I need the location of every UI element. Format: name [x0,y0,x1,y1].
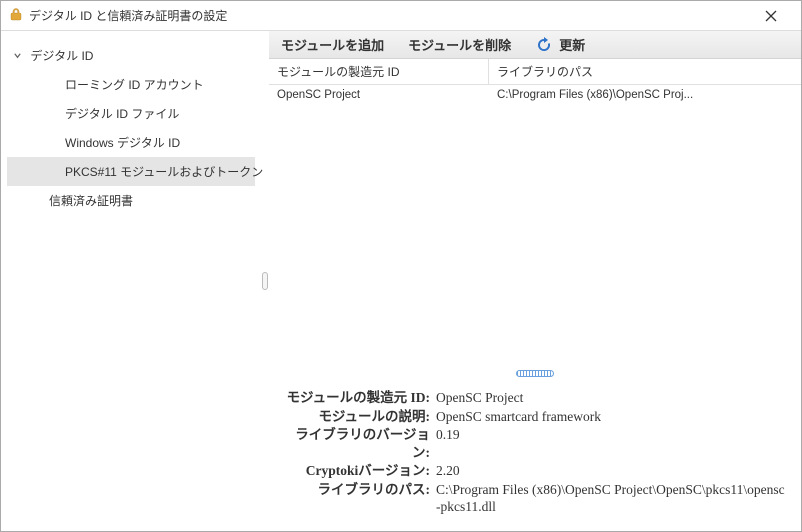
sidebar-item-pkcs11[interactable]: PKCS#11 モジュールおよびトークン [7,157,255,186]
lock-icon [9,7,23,24]
sidebar-item-windows[interactable]: Windows デジタル ID [7,128,255,157]
settings-window: デジタル ID と信頼済み証明書の設定 デジタル ID ローミング ID アカウ… [0,0,802,532]
sidebar-item-label: PKCS#11 モジュールおよびトークン [65,165,263,179]
refresh-icon [535,36,553,54]
detail-label: モジュールの説明: [279,408,434,426]
cell-path: C:\Program Files (x86)\OpenSC Proj... [489,85,801,105]
refresh-label: 更新 [559,35,585,54]
refresh-button[interactable]: 更新 [535,35,585,54]
toolbar: モジュールを追加 モジュールを削除 更新 [269,31,801,59]
detail-label: ライブラリのバージョン: [279,426,434,461]
table-row[interactable]: OpenSC Project C:\Program Files (x86)\Op… [269,85,801,105]
sidebar-item-label: ローミング ID アカウント [65,78,204,92]
detail-value: OpenSC smartcard framework [434,408,785,426]
remove-module-button[interactable]: モジュールを削除 [408,35,511,54]
close-button[interactable] [748,1,793,31]
sidebar-item-trusted[interactable]: 信頼済み証明書 [7,186,255,215]
details-panel: モジュールの製造元 ID:OpenSC Project モジュールの説明:Ope… [269,378,801,531]
column-path[interactable]: ライブラリのパス [489,59,801,84]
detail-row: ライブラリのパス:C:\Program Files (x86)\OpenSC P… [279,481,785,516]
sidebar-item-label: 信頼済み証明書 [49,194,133,208]
titlebar: デジタル ID と信頼済み証明書の設定 [1,1,801,31]
main-panel: モジュールを追加 モジュールを削除 更新 モジュールの製造元 ID ライブラリの… [269,31,801,531]
detail-row: モジュールの製造元 ID:OpenSC Project [279,389,785,407]
detail-value: OpenSC Project [434,389,785,407]
table-header: モジュールの製造元 ID ライブラリのパス [269,59,801,85]
tree-root-label: デジタル ID [30,49,93,63]
body: デジタル ID ローミング ID アカウント デジタル ID ファイル Wind… [1,31,801,531]
detail-row: ライブラリのバージョン:0.19 [279,426,785,461]
detail-label: Cryptokiバージョン: [279,462,434,480]
detail-row: Cryptokiバージョン:2.20 [279,462,785,480]
sidebar: デジタル ID ローミング ID アカウント デジタル ID ファイル Wind… [1,31,261,531]
tree-root-digital-id[interactable]: デジタル ID [7,41,255,70]
horizontal-splitter[interactable] [261,31,269,531]
detail-label: モジュールの製造元 ID: [279,389,434,407]
detail-row: モジュールの説明:OpenSC smartcard framework [279,408,785,426]
sidebar-item-label: Windows デジタル ID [65,136,180,150]
sidebar-item-idfile[interactable]: デジタル ID ファイル [7,99,255,128]
column-vendor[interactable]: モジュールの製造元 ID [269,59,489,84]
detail-label: ライブラリのパス: [279,481,434,499]
module-table: モジュールの製造元 ID ライブラリのパス OpenSC Project C:\… [269,59,801,105]
chevron-down-icon [13,51,23,63]
sidebar-item-roaming[interactable]: ローミング ID アカウント [7,70,255,99]
window-title: デジタル ID と信頼済み証明書の設定 [29,7,227,24]
detail-value: 0.19 [434,426,785,444]
detail-value: C:\Program Files (x86)\OpenSC Project\Op… [434,481,785,516]
sidebar-item-label: デジタル ID ファイル [65,107,179,121]
detail-value: 2.20 [434,462,785,480]
add-module-button[interactable]: モジュールを追加 [281,35,384,54]
cell-vendor: OpenSC Project [269,85,489,105]
vertical-splitter[interactable] [269,368,801,378]
